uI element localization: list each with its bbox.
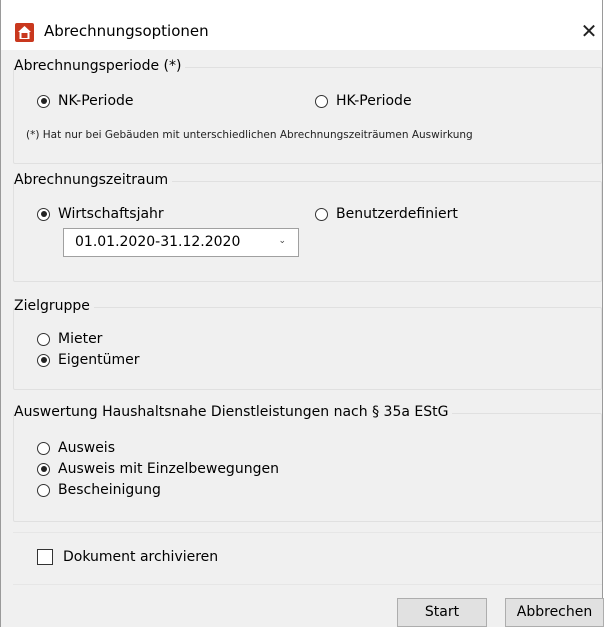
radio-indicator (315, 207, 328, 221)
radio-ausweis[interactable]: Ausweis (37, 440, 115, 456)
radio-indicator (37, 462, 50, 476)
chevron-down-icon: ⌄ (278, 236, 286, 246)
close-icon[interactable]: ✕ (575, 16, 603, 46)
radio-label: Ausweis (58, 440, 115, 456)
divider (13, 584, 602, 585)
title-bar: Abrechnungsoptionen ✕ (1, 0, 602, 50)
archive-checkbox[interactable]: Dokument archivieren (37, 549, 218, 565)
radio-eigentuemer[interactable]: Eigentümer (37, 352, 139, 368)
radio-hk-periode[interactable]: HK-Periode (315, 93, 412, 109)
period-select-value: 01.01.2020-31.12.2020 (75, 234, 241, 250)
radio-bescheinigung[interactable]: Bescheinigung (37, 482, 161, 498)
radio-indicator (37, 94, 50, 108)
radio-label: HK-Periode (336, 93, 412, 109)
group-legend: Zielgruppe (14, 298, 94, 314)
start-button[interactable]: Start (397, 598, 487, 627)
radio-indicator (37, 332, 50, 346)
group-abrechnungszeitraum: Abrechnungszeitraum Wirtschaftsjahr Benu… (13, 172, 602, 282)
radio-indicator (315, 94, 328, 108)
radio-label: Eigentümer (58, 352, 140, 368)
group-legend: Abrechnungsperiode (*) (14, 58, 186, 74)
checkbox-indicator (37, 549, 53, 565)
radio-label: Mieter (58, 331, 103, 347)
group-legend: Abrechnungszeitraum (14, 172, 173, 188)
house-icon (15, 23, 34, 42)
radio-label: Bescheinigung (58, 482, 161, 498)
window-title: Abrechnungsoptionen (44, 22, 209, 40)
radio-benutzerdefiniert[interactable]: Benutzerdefiniert (315, 206, 458, 222)
radio-indicator (37, 441, 50, 455)
group-abrechnungsperiode: Abrechnungsperiode (*) NK-Periode HK-Per… (13, 58, 602, 164)
radio-nk-periode[interactable]: NK-Periode (37, 93, 134, 109)
radio-indicator (37, 353, 50, 367)
radio-label: Ausweis mit Einzelbewegungen (58, 461, 279, 477)
dialog-window: Abrechnungsoptionen ✕ Abrechnungsperiode… (0, 0, 604, 627)
checkbox-label: Dokument archivieren (63, 549, 219, 565)
radio-label: Wirtschaftsjahr (58, 206, 164, 222)
radio-mieter[interactable]: Mieter (37, 331, 102, 347)
divider (13, 532, 602, 533)
radio-ausweis-einzelbewegungen[interactable]: Ausweis mit Einzelbewegungen (37, 461, 279, 477)
radio-label: Benutzerdefiniert (336, 206, 458, 222)
radio-indicator (37, 483, 50, 497)
period-select[interactable]: 01.01.2020-31.12.2020 ⌄ (63, 228, 299, 257)
group-zielgruppe: Zielgruppe Mieter Eigentümer (13, 298, 602, 390)
group-legend: Auswertung Haushaltsnahe Dienstleistunge… (14, 404, 453, 420)
radio-wirtschaftsjahr[interactable]: Wirtschaftsjahr (37, 206, 164, 222)
periode-note: (*) Hat nur bei Gebäuden mit unterschied… (26, 129, 473, 141)
group-auswertung: Auswertung Haushaltsnahe Dienstleistunge… (13, 404, 602, 522)
radio-indicator (37, 207, 50, 221)
cancel-button[interactable]: Abbrechen (505, 598, 604, 627)
radio-label: NK-Periode (58, 93, 134, 109)
